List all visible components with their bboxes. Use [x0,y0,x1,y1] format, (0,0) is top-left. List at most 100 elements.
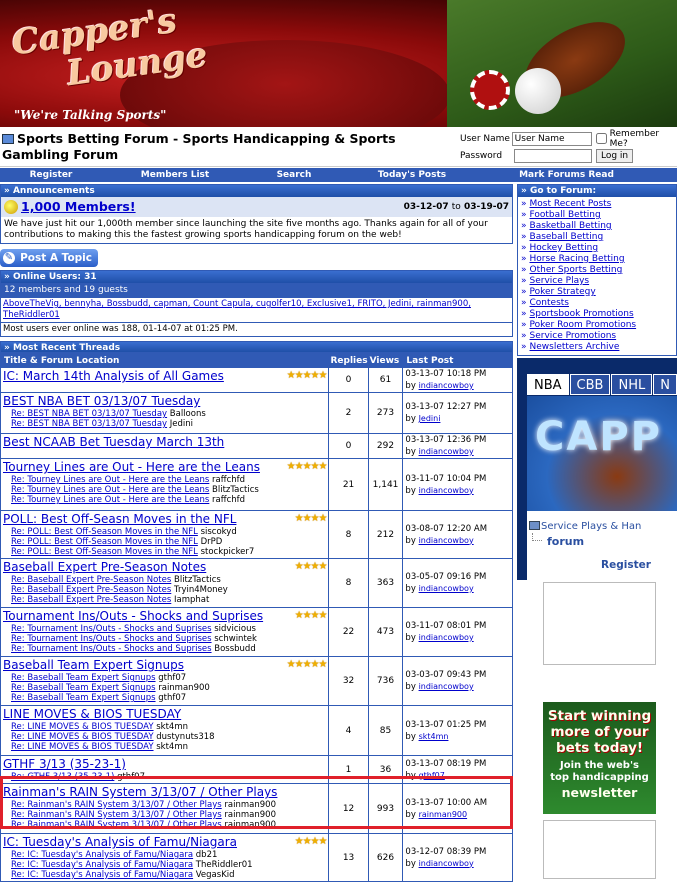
forum-link-item[interactable]: » Horse Racing Betting [521,254,673,265]
page-header: Sports Betting Forum - Sports Handicappi… [0,127,677,167]
last-post-user-link[interactable]: skt4mn [419,732,449,741]
service-plays-link[interactable]: Service Plays & Han [541,521,641,532]
thread-title-link[interactable]: Best NCAAB Bet Tuesday March 13th [3,435,326,450]
tab-nba[interactable]: NBA [527,374,569,395]
nav-search[interactable]: Search [248,168,340,182]
forum-link-item[interactable]: » Most Recent Posts [521,199,673,210]
forum-link-item[interactable]: » Basketball Betting [521,221,673,232]
thread-replies: 32 [328,656,369,706]
forum-link-item[interactable]: » Service Promotions [521,331,673,342]
forum-link[interactable]: forum [547,535,584,548]
reply-link[interactable]: Re: Tourney Lines are Out - Here are the… [11,485,209,495]
thread-views: 736 [367,656,404,706]
tab-nhl[interactable]: NHL [611,374,653,395]
last-post-user-link[interactable]: rainman900 [419,810,468,819]
forum-link-item[interactable]: » Other Sports Betting [521,265,673,276]
reply-user: rainman900 [224,800,276,810]
last-post-user-link[interactable]: indiancowboy [419,859,474,868]
forum-link-item[interactable]: » Newsletters Archive [521,342,673,353]
reply-link[interactable]: Re: POLL: Best Off-Season Moves in the N… [11,537,198,547]
reply-link[interactable]: Re: GTHF 3/13 (35-23-1) [11,772,114,782]
tab-cbb[interactable]: CBB [569,374,611,395]
reply-user: gthf07 [158,673,187,683]
newsletter-ad[interactable]: Start winning more of your bets today! Joi… [543,702,656,814]
thread-title-link[interactable]: Rainman's RAIN System 3/13/07 / Other Pl… [3,785,326,800]
thread-title-link[interactable]: IC: Tuesday's Analysis of Famu/Niagara [3,835,326,850]
reply-link[interactable]: Re: BEST NBA BET 03/13/07 Tuesday [11,409,167,419]
last-post-user-link[interactable]: indiancowboy [419,584,474,593]
thread-title-link[interactable]: Baseball Expert Pre-Season Notes [3,560,326,575]
thread-title-link[interactable]: Tourney Lines are Out - Here are the Lea… [3,460,326,475]
site-banner[interactable]: Capper's Lounge "We're Talking Sports" [0,0,677,127]
reply-link[interactable]: Re: Tourney Lines are Out - Here are the… [11,475,209,485]
nav-members-list[interactable]: Members List [102,168,248,182]
forum-link-item[interactable]: » Hockey Betting [521,243,673,254]
password-input[interactable] [514,148,592,163]
forum-link-item[interactable]: » Sportsbook Promotions [521,309,673,320]
nav-todays-posts[interactable]: Today's Posts [340,168,484,182]
reply-item: Re: GTHF 3/13 (35-23-1) gthf07 [3,772,326,782]
reply-user: TheRiddler01 [195,860,253,870]
last-post-user-link[interactable]: indiancowboy [419,381,474,390]
login-button[interactable]: Log in [596,148,634,163]
reply-link[interactable]: Re: Tourney Lines are Out - Here are the… [11,495,209,505]
reply-link[interactable]: Re: LINE MOVES & BIOS TUESDAY [11,722,154,732]
thread-title-link[interactable]: POLL: Best Off-Seasn Moves in the NFL [3,512,326,527]
reply-link[interactable]: Re: Baseball Team Expert Signups [11,693,156,703]
forum-link-item[interactable]: » Football Betting [521,210,673,221]
last-post-user-link[interactable]: gthf07 [419,771,445,780]
reply-link[interactable]: Re: Tournament Ins/Outs - Shocks and Sup… [11,644,212,654]
reply-link[interactable]: Re: Baseball Expert Pre-Season Notes [11,595,171,605]
thread-title-link[interactable]: BEST NBA BET 03/13/07 Tuesday [3,394,326,409]
forum-link-item[interactable]: » Poker Strategy [521,287,673,298]
reply-link[interactable]: Re: Tournament Ins/Outs - Shocks and Sup… [11,634,212,644]
last-post-user-link[interactable]: indiancowboy [419,682,474,691]
thread-views: 473 [367,607,404,657]
thread-views: 212 [367,510,404,559]
reply-link[interactable]: Re: Baseball Team Expert Signups [11,683,156,693]
forum-link-item[interactable]: » Poker Room Promotions [521,320,673,331]
remember-me-checkbox[interactable] [595,133,607,144]
col-last-post: Last Post [402,353,513,368]
reply-link[interactable]: Re: Baseball Expert Pre-Season Notes [11,575,171,585]
reply-link[interactable]: Re: BEST NBA BET 03/13/07 Tuesday [11,419,167,429]
reply-item: Re: Rainman's RAIN System 3/13/07 / Othe… [3,820,326,830]
online-users-header: » Online Users: 31 [1,271,512,283]
thread-title-link[interactable]: LINE MOVES & BIOS TUESDAY [3,707,326,722]
reply-link[interactable]: Re: Tournament Ins/Outs - Shocks and Sup… [11,624,212,634]
tab-n[interactable]: N [653,374,677,395]
thread-replies: 21 [328,458,369,511]
thread-title-link[interactable]: Baseball Team Expert Signups [3,658,326,673]
reply-link[interactable]: Re: Baseball Expert Pre-Season Notes [11,585,171,595]
last-post-user-link[interactable]: Jedini [419,414,441,423]
nav-register[interactable]: Register [0,168,102,182]
reply-link[interactable]: Re: Baseball Team Expert Signups [11,673,156,683]
last-post-user-link[interactable]: indiancowboy [419,633,474,642]
poker-chip-art [470,70,510,110]
reply-link[interactable]: Re: Rainman's RAIN System 3/13/07 / Othe… [11,810,222,820]
nav-mark-forums-read[interactable]: Mark Forums Read [484,168,649,182]
post-topic-button[interactable]: ✎ Post A Topic [0,249,98,267]
widget-register-link[interactable]: Register [601,559,651,571]
reply-link[interactable]: Re: POLL: Best Off-Season Moves in the N… [11,527,198,537]
thread-title-link[interactable]: IC: March 14th Analysis of All Games [3,369,326,384]
last-post-user-link[interactable]: indiancowboy [419,447,474,456]
reply-link[interactable]: Re: LINE MOVES & BIOS TUESDAY [11,732,154,742]
forum-link-item[interactable]: » Baseball Betting [521,232,673,243]
reply-link[interactable]: Re: IC: Tuesday's Analysis of Famu/Niaga… [11,850,193,860]
reply-link[interactable]: Re: IC: Tuesday's Analysis of Famu/Niaga… [11,860,193,870]
reply-link[interactable]: Re: Rainman's RAIN System 3/13/07 / Othe… [11,800,222,810]
forum-link-item[interactable]: » Contests [521,298,673,309]
reply-link[interactable]: Re: Rainman's RAIN System 3/13/07 / Othe… [11,820,222,830]
thread-title-link[interactable]: GTHF 3/13 (35-23-1) [3,757,326,772]
thread-title-link[interactable]: Tournament Ins/Outs - Shocks and Suprise… [3,609,326,624]
thread-views: 363 [367,558,404,608]
reply-link[interactable]: Re: LINE MOVES & BIOS TUESDAY [11,742,154,752]
announcement-title[interactable]: 1,000 Members! [21,199,136,214]
last-post-user-link[interactable]: indiancowboy [419,486,474,495]
forum-link-item[interactable]: » Service Plays [521,276,673,287]
username-input[interactable] [511,131,592,146]
reply-link[interactable]: Re: POLL: Best Off-Season Moves in the N… [11,547,198,557]
reply-user: skt4mn [156,742,188,752]
last-post-user-link[interactable]: indiancowboy [419,536,474,545]
